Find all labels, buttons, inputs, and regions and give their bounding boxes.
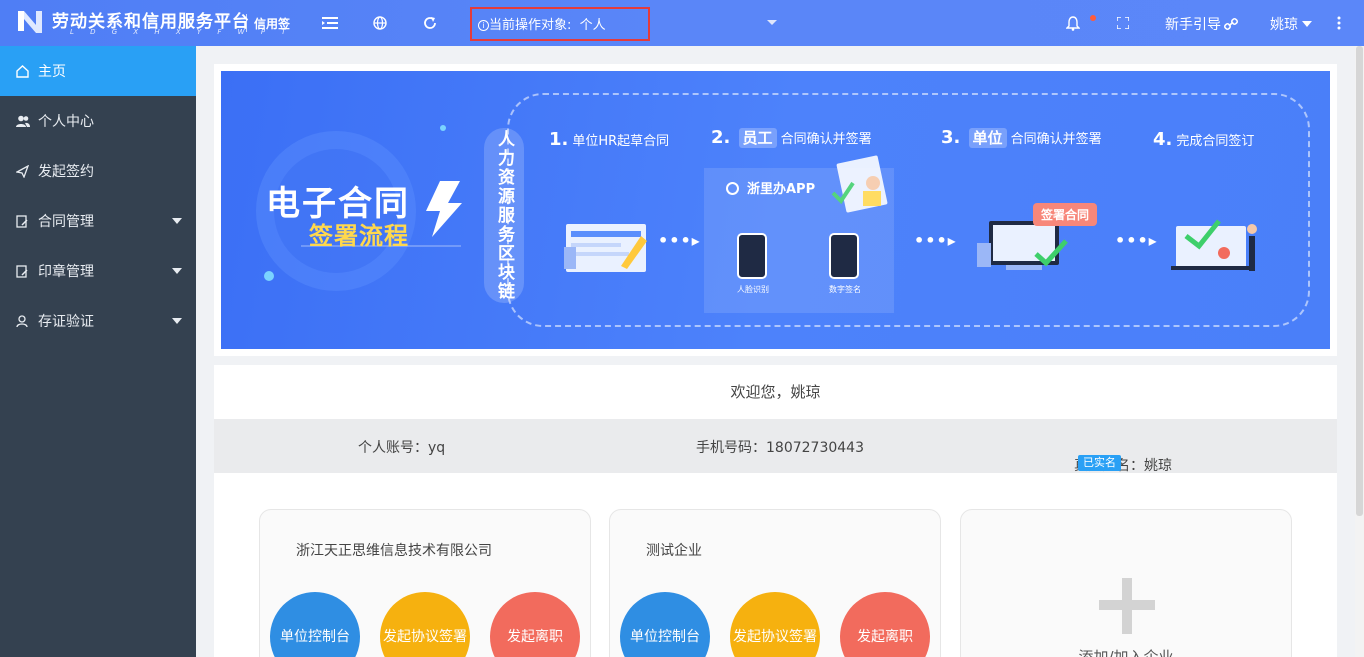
company-name: 浙江天正思维信息技术有限公司 — [296, 543, 492, 559]
blockchain-label: 人力资源服务区块链 — [484, 128, 524, 303]
operator-value: 个人 — [579, 18, 606, 33]
add-company-card[interactable]: 添加/加入企业 — [960, 509, 1292, 657]
initiate-resignation-button[interactable]: 发起离职 — [490, 592, 580, 657]
user-name: 姚琼 — [1270, 17, 1298, 33]
sidebar-item-label: 主页 — [38, 64, 66, 80]
step-1: 1. 单位HR起草合同 — [549, 129, 669, 150]
person-icon — [16, 314, 30, 328]
add-company-label: 添加/加入企业 — [1078, 648, 1174, 657]
company-console-button[interactable]: 单位控制台 — [270, 592, 360, 657]
logo-icon — [18, 11, 42, 33]
operator-selector[interactable]: i 当前操作对象: 个人 — [470, 7, 650, 41]
sidebar: 主页 个人中心 发起签约 合同管理 印章管理 存证验证 — [0, 46, 196, 657]
caret-down-icon — [172, 268, 182, 274]
step-number: 4. — [1153, 129, 1173, 150]
sidebar-item-initiate-sign[interactable]: 发起签约 — [0, 146, 196, 196]
flow-arrow: •••▸ — [658, 231, 701, 250]
bell-icon[interactable] — [1063, 13, 1083, 33]
face-recognition-label: 人脸识别 — [737, 285, 769, 294]
sidebar-item-label: 合同管理 — [38, 214, 94, 230]
sidebar-item-seal-management[interactable]: 印章管理 — [0, 246, 196, 296]
sidebar-item-label: 个人中心 — [38, 114, 94, 130]
step-2: 2. 员工 合同确认并签署 — [711, 127, 872, 148]
chevron-down-icon[interactable] — [766, 15, 778, 31]
company-name: 测试企业 — [646, 543, 702, 559]
sign-contract-bubble: 签署合同 — [1033, 203, 1098, 226]
fullscreen-icon[interactable] — [1113, 13, 1133, 33]
flow-arrow: •••▸ — [1115, 231, 1158, 250]
refresh-icon[interactable] — [420, 13, 440, 33]
sidebar-item-label: 发起签约 — [38, 164, 94, 180]
process-banner: 电子合同 签署流程 人力资源服务区块链 1. 单位HR起草合同 2. 员工 合同确… — [221, 71, 1330, 349]
caret-down-icon — [172, 218, 182, 224]
app-title: 浙里办APP — [726, 178, 815, 197]
sidebar-item-contract-management[interactable]: 合同管理 — [0, 196, 196, 246]
step-text: 完成合同签订 — [1176, 134, 1255, 149]
link-icon — [1224, 17, 1238, 31]
banner-subtitle: 签署流程 — [309, 222, 409, 250]
globe-icon[interactable] — [370, 13, 390, 33]
brand-divider — [246, 14, 247, 32]
home-icon — [16, 64, 30, 78]
company-area: 浙江天正思维信息技术有限公司 单位控制台 发起协议签署 发起离职 测试企业 单位… — [214, 473, 1337, 657]
step-number: 3. — [941, 127, 961, 148]
seal-icon — [16, 264, 30, 278]
company-console-button[interactable]: 单位控制台 — [620, 592, 710, 657]
guide-link[interactable]: 新手引导 — [1165, 14, 1238, 34]
banner-card: 电子合同 签署流程 人力资源服务区块链 1. 单位HR起草合同 2. 员工 合同确… — [214, 64, 1337, 356]
plus-icon-vertical — [1122, 578, 1132, 634]
send-icon — [16, 164, 30, 178]
step-text: 合同确认并签署 — [780, 132, 872, 147]
phone-text: 手机号码：18072730443 — [696, 440, 864, 456]
step-number: 2. — [711, 127, 731, 148]
step-text: 单位HR起草合同 — [572, 134, 670, 149]
more-vertical-icon[interactable] — [1329, 13, 1349, 33]
flow-arrow: •••▸ — [914, 231, 957, 250]
step-4: 4. 完成合同签订 — [1153, 129, 1254, 150]
top-header: 劳动关系和信用服务平台 L D G X H X Y F W P T 信用签 i当… — [0, 0, 1364, 46]
company-card: 测试企业 单位控制台 发起协议签署 发起离职 — [609, 509, 941, 657]
user-menu[interactable]: 姚琼 — [1270, 14, 1312, 34]
notification-dot — [1090, 15, 1096, 21]
step-highlight: 单位 — [968, 128, 1007, 148]
operator-label: 当前操作对象: — [489, 18, 572, 33]
caret-down-icon — [172, 318, 182, 324]
menu-fold-icon[interactable] — [320, 13, 340, 33]
app-panel: 浙里办APP 人脸识别 数字签名 — [704, 168, 894, 313]
sidebar-item-evidence-verify[interactable]: 存证验证 — [0, 296, 196, 346]
initiate-agreement-button[interactable]: 发起协议签署 — [730, 592, 820, 657]
brand-tag: 信用签 — [254, 17, 291, 31]
digital-signature-label: 数字签名 — [829, 285, 861, 294]
initiate-agreement-button[interactable]: 发起协议签署 — [380, 592, 470, 657]
app-name: 浙里办APP — [747, 182, 816, 197]
lightning-icon — [426, 181, 462, 237]
contract-icon — [16, 214, 30, 228]
phone-signature-icon — [829, 233, 859, 279]
welcome-message: 欢迎您，姚琼 — [214, 365, 1337, 419]
sidebar-item-personal-center[interactable]: 个人中心 — [0, 96, 196, 146]
sidebar-item-label: 存证验证 — [38, 314, 94, 330]
phone-face-icon — [737, 233, 767, 279]
guide-label: 新手引导 — [1165, 17, 1221, 33]
step-number: 1. — [549, 129, 569, 150]
account-text: 个人账号：yq — [358, 440, 446, 456]
app-logo-icon — [726, 182, 739, 195]
info-icon: i — [478, 20, 489, 31]
caret-down-icon — [1302, 21, 1312, 27]
account-info-row: 个人账号：yq 手机号码：18072730443 真实姓名：姚琼 已实名 — [214, 419, 1337, 474]
users-icon — [16, 114, 30, 128]
initiate-resignation-button[interactable]: 发起离职 — [840, 592, 930, 657]
scrollbar-thumb[interactable] — [1356, 46, 1363, 516]
verified-badge: 已实名 — [1078, 455, 1121, 471]
step-3: 3. 单位 合同确认并签署 — [941, 127, 1102, 148]
sidebar-item-label: 印章管理 — [38, 264, 94, 280]
sidebar-item-home[interactable]: 主页 — [0, 46, 196, 96]
step-highlight: 员工 — [738, 128, 777, 148]
company-card: 浙江天正思维信息技术有限公司 单位控制台 发起协议签署 发起离职 — [259, 509, 591, 657]
step-text: 合同确认并签署 — [1010, 132, 1102, 147]
